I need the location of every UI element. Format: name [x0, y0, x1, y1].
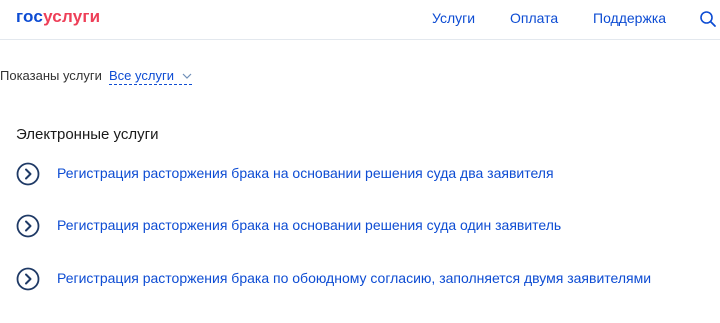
logo-part-uslugi: услуги	[43, 7, 101, 26]
nav-services[interactable]: Услуги	[432, 10, 475, 26]
nav-payment[interactable]: Оплата	[510, 10, 558, 26]
services-filter: Показаны услуги Все услуги	[0, 68, 192, 85]
gosuslugi-logo[interactable]: госуслуги	[16, 7, 100, 27]
chevron-down-icon	[182, 73, 192, 79]
chevron-right-circle-icon	[16, 214, 40, 238]
logo-part-gos: гос	[16, 7, 44, 26]
services-filter-select[interactable]: Все услуги	[109, 68, 192, 85]
nav-support[interactable]: Поддержка	[593, 10, 666, 26]
top-header: госуслуги Услуги Оплата Поддержка	[0, 0, 720, 40]
search-icon[interactable]	[699, 10, 717, 28]
service-link-label[interactable]: Регистрация расторжения брака на основан…	[57, 217, 561, 233]
service-link-label[interactable]: Регистрация расторжения брака по обоюдно…	[57, 270, 651, 286]
filter-selected-value: Все услуги	[109, 68, 174, 83]
chevron-right-circle-icon	[16, 162, 40, 186]
filter-label: Показаны услуги	[0, 68, 102, 83]
service-link-label[interactable]: Регистрация расторжения брака на основан…	[57, 165, 554, 181]
section-title: Электронные услуги	[16, 126, 159, 143]
chevron-right-circle-icon	[16, 267, 40, 291]
